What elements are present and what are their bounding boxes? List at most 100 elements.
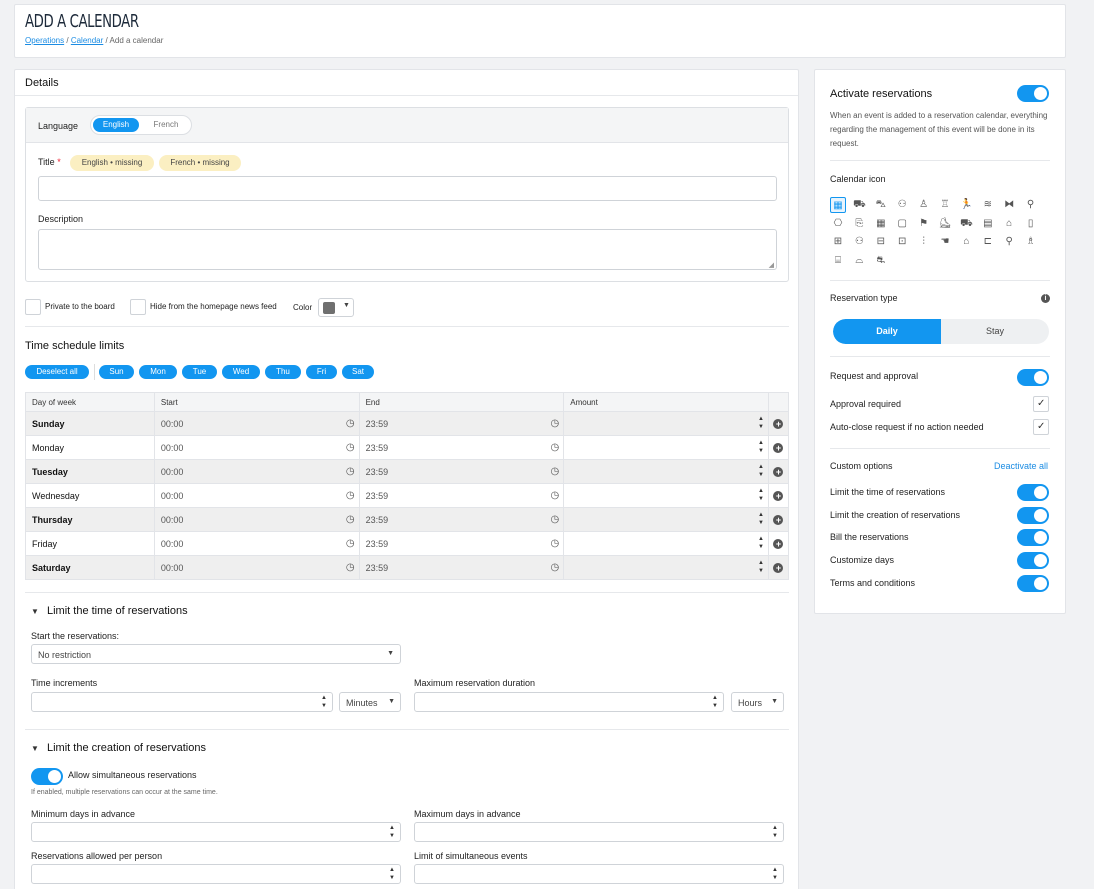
end-time-input[interactable]: 23:59 ◷ (358, 411, 565, 436)
end-time-input[interactable]: 23:59 ◷ (358, 459, 565, 484)
add-row-button[interactable]: + (773, 442, 784, 453)
tag-icon[interactable]: ⊡ (894, 234, 910, 250)
clock-icon[interactable]: ◷ (346, 538, 355, 549)
boxes-icon[interactable]: ⊞ (830, 234, 846, 250)
warehouse-icon[interactable]: ⌂ (1001, 216, 1017, 232)
clock-icon[interactable]: ◷ (346, 466, 355, 477)
custom-option-toggle[interactable] (1017, 574, 1049, 592)
stepper-icon[interactable]: ▲ ▼ (758, 559, 764, 575)
min-days-input[interactable]: ▲ ▼ (31, 822, 401, 842)
add-row-button[interactable]: + (773, 562, 784, 573)
deactivate-all-link[interactable]: Deactivate all (994, 461, 1048, 471)
hand-icon[interactable]: ☚ (937, 234, 953, 250)
max-duration-input[interactable]: ▲ ▼ (414, 692, 724, 712)
stepper-icon[interactable]: ▲ ▼ (770, 824, 780, 840)
clock-icon[interactable]: ◷ (551, 490, 560, 501)
clock-icon[interactable]: ◷ (346, 442, 355, 453)
day-toggle-tue[interactable]: Tue (182, 365, 217, 379)
collapse-icon[interactable]: ▼ (31, 607, 39, 616)
time-increments-input[interactable]: ▲ ▼ (31, 692, 333, 712)
climber-icon[interactable]: ♗ (1023, 234, 1039, 250)
type-stay[interactable]: Stay (941, 319, 1049, 344)
clock-icon[interactable]: ◷ (551, 418, 560, 429)
stepper-icon[interactable]: ▲ ▼ (758, 511, 764, 527)
skate-icon[interactable]: ⛸ (937, 216, 953, 232)
custom-option-toggle[interactable] (1017, 552, 1049, 570)
language-french[interactable]: French (143, 118, 189, 132)
stepper-icon[interactable]: ▲ ▼ (710, 694, 720, 710)
language-english[interactable]: English (93, 118, 139, 132)
max-duration-unit-select[interactable]: Hours ▼ (731, 692, 784, 712)
start-reservations-select[interactable]: No restriction ▼ (31, 644, 401, 664)
clock-icon[interactable]: ◷ (346, 514, 355, 525)
add-row-button[interactable]: + (773, 514, 784, 525)
end-time-input[interactable]: 23:59 ◷ (358, 555, 565, 580)
title-input[interactable] (38, 176, 777, 201)
start-time-input[interactable]: 00:00 ◷ (153, 507, 360, 532)
clock-icon[interactable]: ◷ (551, 538, 560, 549)
amount-input[interactable]: ▲ ▼ (563, 531, 769, 556)
end-time-input[interactable]: 23:59 ◷ (358, 483, 565, 508)
stepper-icon[interactable]: ▲ ▼ (758, 463, 764, 479)
day-toggle-sat[interactable]: Sat (342, 365, 374, 379)
end-time-input[interactable]: 23:59 ◷ (358, 435, 565, 460)
end-time-input[interactable]: 23:59 ◷ (358, 507, 565, 532)
day-toggle-thu[interactable]: Thu (265, 365, 301, 379)
description-textarea[interactable]: ◢ (38, 229, 777, 270)
clock-icon[interactable]: ◷ (551, 442, 560, 453)
start-time-input[interactable]: 00:00 ◷ (153, 531, 360, 556)
amount-input[interactable]: ▲ ▼ (563, 507, 769, 532)
stepper-icon[interactable]: ▲ ▼ (387, 824, 397, 840)
stepper-icon[interactable]: ▲ ▼ (319, 694, 329, 710)
stamp-icon[interactable]: ♖ (937, 197, 953, 213)
start-time-input[interactable]: 00:00 ◷ (153, 555, 360, 580)
clock-icon[interactable]: ◷ (346, 418, 355, 429)
private-checkbox[interactable] (25, 299, 41, 315)
limit-creation-heading[interactable]: Limit the creation of reservations (47, 742, 206, 754)
custom-option-toggle[interactable] (1017, 506, 1049, 524)
ticket-icon[interactable]: ⎘ (851, 216, 867, 232)
per-person-input[interactable]: ▲ ▼ (31, 864, 401, 884)
simultaneous-events-input[interactable]: ▲ ▼ (414, 864, 784, 884)
amount-input[interactable]: ▲ ▼ (563, 459, 769, 484)
limit-time-heading[interactable]: Limit the time of reservations (47, 605, 188, 617)
custom-option-toggle[interactable] (1017, 529, 1049, 547)
gate-icon[interactable]: ⌓ (851, 253, 867, 269)
amount-input[interactable]: ▲ ▼ (563, 411, 769, 436)
door-icon[interactable]: ▯ (1023, 216, 1039, 232)
stepper-icon[interactable]: ▲ ▼ (387, 866, 397, 882)
custom-option-toggle[interactable] (1017, 484, 1049, 501)
clock-icon[interactable]: ◷ (346, 562, 355, 573)
hide-checkbox[interactable] (130, 299, 146, 315)
shop-icon[interactable]: ⊟ (873, 234, 889, 250)
calendar-alt-icon[interactable]: ▦ (873, 216, 889, 232)
gift-icon[interactable]: ⎔ (830, 216, 846, 232)
day-toggle-mon[interactable]: Mon (139, 365, 177, 379)
color-picker[interactable]: ▼ (318, 298, 354, 317)
stepper-icon[interactable]: ▲ ▼ (758, 439, 764, 455)
truck-icon[interactable]: ⛟ (851, 197, 867, 213)
time-increments-unit-select[interactable]: Minutes ▼ (339, 692, 401, 712)
runner-icon[interactable]: 🏃 (958, 197, 974, 213)
clock-icon[interactable]: ◷ (346, 490, 355, 501)
collapse-icon[interactable]: ▼ (31, 744, 39, 753)
add-row-button[interactable]: + (773, 466, 784, 477)
start-time-input[interactable]: 00:00 ◷ (153, 435, 360, 460)
people-icon[interactable]: ⚇ (894, 197, 910, 213)
stairs-icon[interactable]: ⫶ (916, 234, 932, 250)
group-icon[interactable]: ⚇ (851, 234, 867, 250)
bed-icon[interactable]: ⊏ (980, 234, 996, 250)
home-icon[interactable]: ⌂ (958, 234, 974, 250)
pin-icon[interactable]: ⚲ (1001, 234, 1017, 250)
cars-icon[interactable]: ⛐ (873, 253, 889, 269)
autoclose-checkbox[interactable]: ✓ (1033, 419, 1049, 435)
type-daily[interactable]: Daily (833, 319, 941, 344)
day-toggle-fri[interactable]: Fri (306, 365, 337, 379)
start-time-input[interactable]: 00:00 ◷ (153, 483, 360, 508)
day-toggle-wed[interactable]: Wed (222, 365, 260, 379)
person-icon[interactable]: ♙ (916, 197, 932, 213)
car-icon[interactable]: ⛟ (958, 216, 974, 232)
flag-icon[interactable]: ⚑ (916, 216, 932, 232)
start-time-input[interactable]: 00:00 ◷ (153, 459, 360, 484)
request-toggle[interactable] (1017, 369, 1049, 386)
